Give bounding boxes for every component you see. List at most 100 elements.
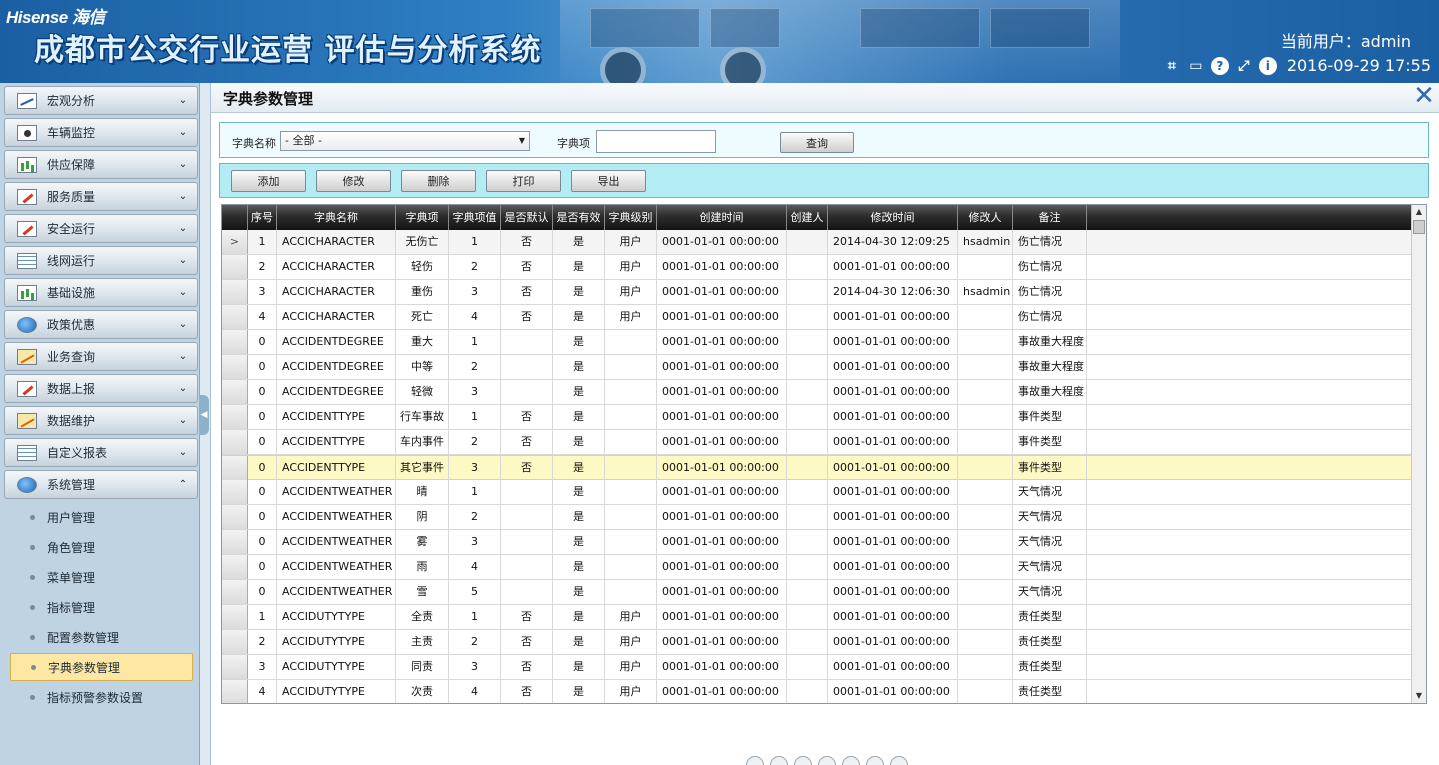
table-row[interactable]: >1 ACCICHARACTER 无伤亡 1 否是用户 0001-01-01 00:00:… xyxy=(222,230,1412,255)
pager-dot[interactable] xyxy=(842,756,860,765)
sidebar-menu-item[interactable]: 安全运行 ⌄ xyxy=(4,214,198,243)
globe-icon xyxy=(17,476,37,493)
table-row[interactable]: 0 ACCIDENTWEATHER 雪 5 是 0001-01-01 00:00:00 00… xyxy=(222,580,1412,605)
row-selector[interactable] xyxy=(222,655,248,679)
table-row[interactable]: 0 ACCIDENTDEGREE 中等 2 是 0001-01-01 00:00:00 00… xyxy=(222,355,1412,380)
table-row[interactable]: 0 ACCIDENTWEATHER 阴 2 是 0001-01-01 00:00:00 00… xyxy=(222,505,1412,530)
table-row[interactable]: 0 ACCIDENTTYPE 车内事件 2 否是 0001-01-01 00:00:00 0… xyxy=(222,430,1412,455)
sidebar-menu-item[interactable]: 数据维护 ⌄ xyxy=(4,406,198,435)
grid-column-header[interactable]: 是否有效 xyxy=(553,205,605,230)
sidebar-collapse-handle[interactable]: ◀ xyxy=(199,395,209,435)
dict-name-select[interactable]: - 全部 - ▼ xyxy=(280,131,530,151)
grid-scrollbar[interactable]: ▲ ▼ xyxy=(1411,205,1426,703)
table-row[interactable]: 3 ACCIDUTYTYPE 同责 3 否是用户 0001-01-01 00:00:00 0… xyxy=(222,655,1412,680)
sidebar-menu-item[interactable]: 宏观分析 ⌄ xyxy=(4,86,198,115)
print-button[interactable]: 打印 xyxy=(486,170,561,192)
sidebar-menu-item[interactable]: 服务质量 ⌄ xyxy=(4,182,198,211)
window-icon[interactable]: ▭ xyxy=(1187,57,1205,75)
row-selector[interactable] xyxy=(222,505,248,529)
pager-dot[interactable] xyxy=(746,756,764,765)
row-selector[interactable] xyxy=(222,580,248,604)
pager-dot[interactable] xyxy=(890,756,908,765)
sidebar-menu-item[interactable]: 系统管理 ⌃ xyxy=(4,470,198,499)
grid-column-header[interactable]: 修改时间 xyxy=(828,205,958,230)
help-icon[interactable]: ? xyxy=(1210,56,1229,75)
row-selector[interactable] xyxy=(222,280,248,304)
table-row[interactable]: 0 ACCIDENTDEGREE 重大 1 是 0001-01-01 00:00:00 00… xyxy=(222,330,1412,355)
sidebar-menu-item[interactable]: 线网运行 ⌄ xyxy=(4,246,198,275)
row-selector[interactable] xyxy=(222,330,248,354)
table-row[interactable]: 4 ACCICHARACTER 死亡 4 否是用户 0001-01-01 00:00:00… xyxy=(222,305,1412,330)
row-selector[interactable] xyxy=(222,430,248,454)
scroll-thumb[interactable] xyxy=(1413,220,1425,234)
delete-button[interactable]: 删除 xyxy=(401,170,476,192)
sidebar-sub-item[interactable]: 配置参数管理 xyxy=(10,623,193,651)
scroll-down-icon[interactable]: ▼ xyxy=(1412,689,1426,703)
table-row[interactable]: 0 ACCIDENTWEATHER 雾 3 是 0001-01-01 00:00:00 00… xyxy=(222,530,1412,555)
grid-column-header[interactable]: 字典名称 xyxy=(277,205,396,230)
pager-dot[interactable] xyxy=(866,756,884,765)
table-cell: 责任类型 xyxy=(1013,605,1087,629)
sidebar-sub-item[interactable]: 指标预警参数设置 xyxy=(10,683,193,711)
query-button[interactable]: 查询 xyxy=(780,132,854,153)
add-button[interactable]: 添加 xyxy=(231,170,306,192)
sidebar-menu-item[interactable]: 政策优惠 ⌄ xyxy=(4,310,198,339)
row-selector[interactable] xyxy=(222,555,248,579)
table-row[interactable]: 3 ACCICHARACTER 重伤 3 否是用户 0001-01-01 00:00:00… xyxy=(222,280,1412,305)
sidebar-sub-item[interactable]: 字典参数管理 xyxy=(10,653,193,681)
scroll-up-icon[interactable]: ▲ xyxy=(1412,205,1426,219)
sidebar-menu-item[interactable]: 业务查询 ⌄ xyxy=(4,342,198,371)
info-icon[interactable]: i xyxy=(1258,56,1277,75)
row-selector[interactable] xyxy=(222,380,248,404)
sidebar-menu-item[interactable]: 数据上报 ⌄ xyxy=(4,374,198,403)
table-row[interactable]: 0 ACCIDENTWEATHER 晴 1 是 0001-01-01 00:00:00 00… xyxy=(222,480,1412,505)
table-row[interactable]: 0 ACCIDENTTYPE 行车事故 1 否是 0001-01-01 00:00:00 0… xyxy=(222,405,1412,430)
row-selector[interactable] xyxy=(222,255,248,279)
crop-icon[interactable]: ⌗ xyxy=(1163,57,1181,75)
grid-column-header[interactable]: 修改人 xyxy=(958,205,1013,230)
row-selector[interactable] xyxy=(222,605,248,629)
grid-column-header[interactable]: 字典级别 xyxy=(605,205,657,230)
row-selector[interactable] xyxy=(222,305,248,329)
edit-button[interactable]: 修改 xyxy=(316,170,391,192)
table-row[interactable]: 0 ACCIDENTWEATHER 雨 4 是 0001-01-01 00:00:00 00… xyxy=(222,555,1412,580)
sidebar-sub-item[interactable]: 指标管理 xyxy=(10,593,193,621)
export-button[interactable]: 导出 xyxy=(571,170,646,192)
table-row[interactable]: 2 ACCICHARACTER 轻伤 2 否是用户 0001-01-01 00:00:00… xyxy=(222,255,1412,280)
table-row[interactable]: 4 ACCIDUTYTYPE 次责 4 否是用户 0001-01-01 00:00:00 0… xyxy=(222,680,1412,703)
grid-column-header[interactable]: 字典项值 xyxy=(449,205,501,230)
sidebar-sub-item[interactable]: 用户管理 xyxy=(10,503,193,531)
table-cell xyxy=(958,456,1013,480)
row-selector[interactable] xyxy=(222,355,248,379)
pager-dot[interactable] xyxy=(770,756,788,765)
table-cell: 是 xyxy=(553,330,605,354)
row-selector[interactable] xyxy=(222,405,248,429)
grid-column-header[interactable]: 备注 xyxy=(1013,205,1087,230)
grid-column-header[interactable]: 是否默认 xyxy=(501,205,553,230)
sidebar-menu-item[interactable]: 基础设施 ⌄ xyxy=(4,278,198,307)
table-row[interactable]: 0 ACCIDENTTYPE 其它事件 3 否是 0001-01-01 00:00:00 0… xyxy=(222,455,1412,480)
pager-dot[interactable] xyxy=(818,756,836,765)
grid-column-header[interactable]: 创建时间 xyxy=(657,205,787,230)
row-selector[interactable] xyxy=(222,530,248,554)
table-row[interactable]: 1 ACCIDUTYTYPE 全责 1 否是用户 0001-01-01 00:00:00 0… xyxy=(222,605,1412,630)
table-row[interactable]: 0 ACCIDENTDEGREE 轻微 3 是 0001-01-01 00:00:00 00… xyxy=(222,380,1412,405)
row-selector[interactable] xyxy=(222,480,248,504)
sidebar-sub-item[interactable]: 角色管理 xyxy=(10,533,193,561)
sidebar-menu-item[interactable]: 自定义报表 ⌄ xyxy=(4,438,198,467)
table-row[interactable]: 2 ACCIDUTYTYPE 主责 2 否是用户 0001-01-01 00:00:00 0… xyxy=(222,630,1412,655)
row-selector[interactable]: > xyxy=(222,230,248,254)
grid-column-header[interactable]: 序号 xyxy=(248,205,277,230)
dict-item-input[interactable] xyxy=(596,130,716,153)
sidebar-sub-item[interactable]: 菜单管理 xyxy=(10,563,193,591)
pager-dot[interactable] xyxy=(794,756,812,765)
row-selector[interactable] xyxy=(222,456,248,480)
row-selector[interactable] xyxy=(222,680,248,703)
sidebar-menu-item[interactable]: 供应保障 ⌄ xyxy=(4,150,198,179)
grid-column-header[interactable]: 字典项 xyxy=(396,205,449,230)
row-selector[interactable] xyxy=(222,630,248,654)
fullscreen-icon[interactable]: ⤢ xyxy=(1235,57,1253,75)
sidebar-menu-item[interactable]: 车辆监控 ⌄ xyxy=(4,118,198,147)
close-icon[interactable]: ✕ xyxy=(1412,83,1436,109)
grid-column-header[interactable]: 创建人 xyxy=(787,205,828,230)
